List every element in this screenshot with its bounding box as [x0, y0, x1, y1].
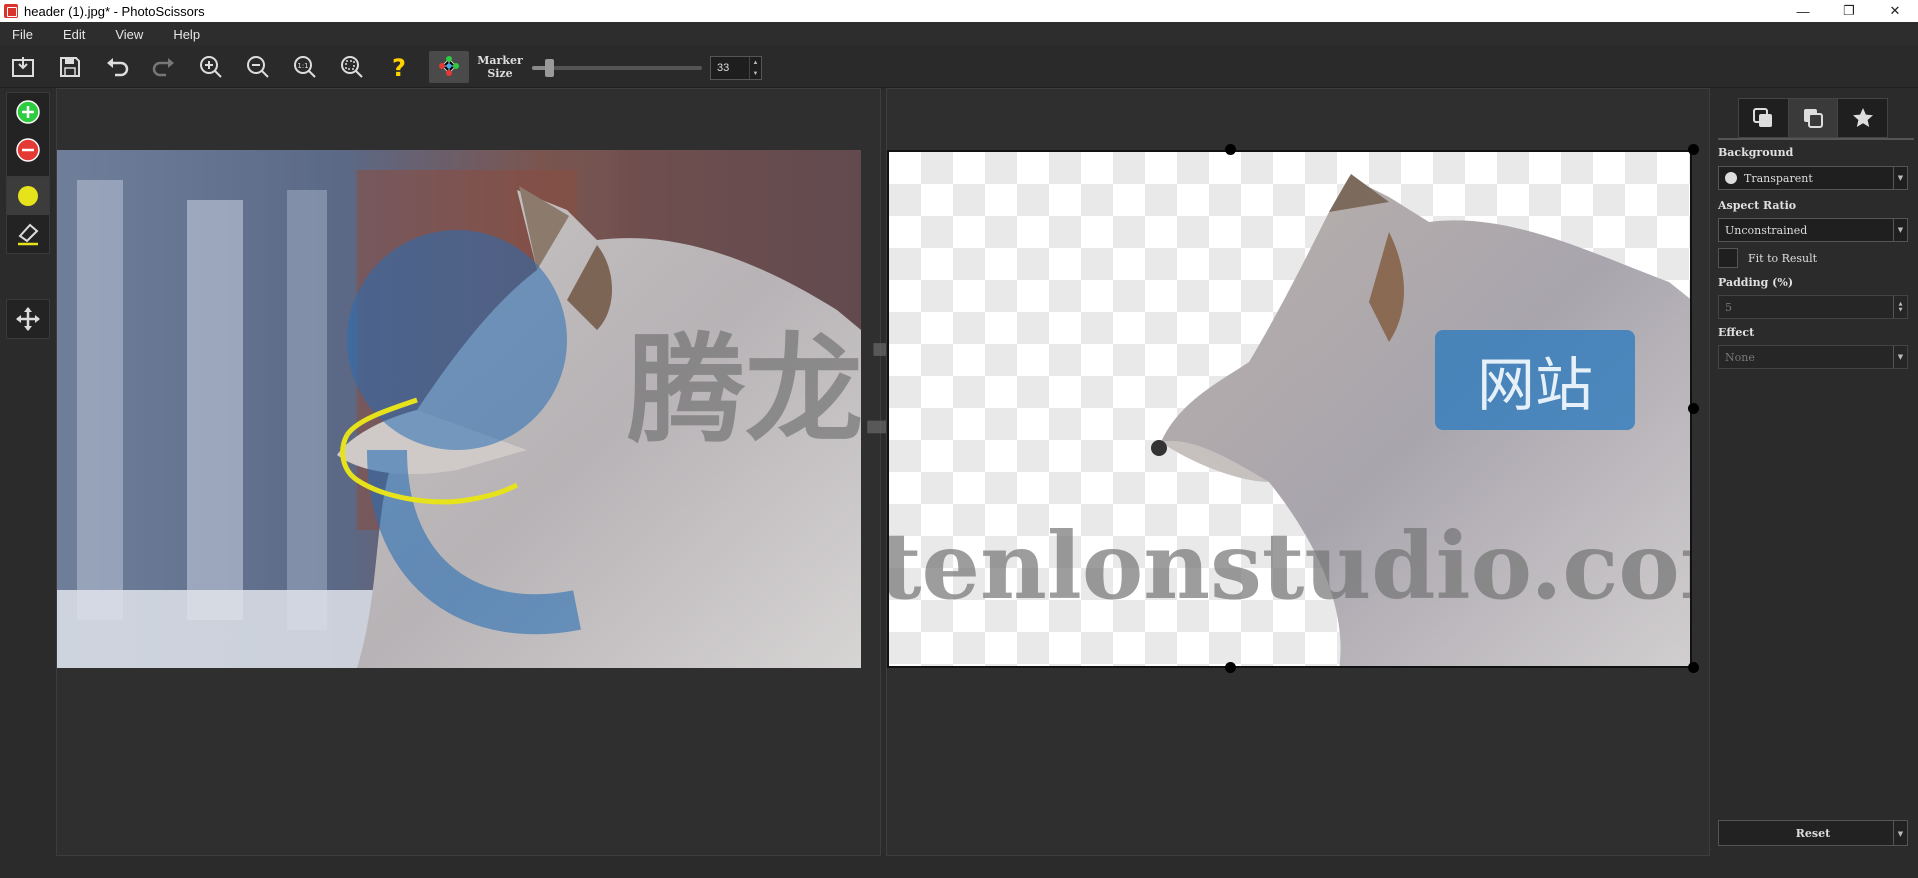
source-photo[interactable] [57, 150, 861, 668]
chevron-down-icon[interactable]: ▼ [1893, 821, 1907, 845]
spin-down-icon[interactable]: ▼ [753, 71, 759, 77]
crop-handle-right[interactable] [1688, 403, 1699, 414]
zoom-out-button[interactable] [241, 51, 275, 83]
effect-value: None [1725, 350, 1755, 364]
eraser-icon [18, 223, 39, 246]
padding-value: 5 [1725, 300, 1732, 314]
marker-size-value: 33 [717, 62, 730, 74]
result-frame[interactable]: tenlonstudio.com 网站 [887, 150, 1692, 668]
layers-front-icon [1753, 108, 1773, 127]
save-icon [60, 57, 80, 77]
yellow-eraser-tool[interactable] [7, 215, 49, 253]
marker-size-label: Marker Size [477, 54, 523, 80]
marker-size-slider[interactable] [532, 59, 702, 77]
marker-size-spinbox[interactable]: 33 ▲ ▼ [710, 56, 762, 80]
effect-select[interactable]: None ▼ [1718, 345, 1908, 369]
svg-text:?: ? [392, 54, 406, 80]
close-button[interactable]: ✕ [1872, 0, 1918, 22]
maximize-button[interactable]: ❐ [1826, 0, 1872, 22]
window-title: header (1).jpg* - PhotoScissors [24, 3, 205, 19]
crop-handle-top-right[interactable] [1688, 144, 1699, 155]
settings-panel: Background Transparent ▼ Aspect Ratio Un… [1710, 88, 1918, 878]
spin-arrows[interactable]: ▲ ▼ [749, 57, 761, 79]
star-icon [1852, 108, 1873, 127]
background-select[interactable]: Transparent ▼ [1718, 166, 1908, 190]
minus-circle-icon [16, 138, 40, 162]
reset-label: Reset [1795, 826, 1831, 840]
zoom-fit-button[interactable] [335, 51, 369, 83]
tab-background[interactable] [1788, 99, 1839, 137]
zoom-fit-icon [341, 56, 363, 78]
zoom-in-button[interactable] [194, 51, 228, 83]
zoom-out-icon [247, 56, 269, 78]
redo-button[interactable] [147, 51, 181, 83]
save-button[interactable] [53, 51, 87, 83]
aspect-ratio-value: Unconstrained [1725, 223, 1808, 237]
wolf-photo-image [57, 150, 861, 668]
redo-icon [152, 58, 174, 77]
effect-label: Effect [1718, 326, 1755, 339]
menu-bar: File Edit View Help [0, 22, 1918, 46]
help-icon: ? [392, 54, 406, 80]
app-icon [4, 4, 18, 18]
chevron-down-icon[interactable]: ▼ [1893, 167, 1907, 189]
checkbox-box[interactable] [1718, 248, 1738, 268]
slider-thumb[interactable] [545, 59, 554, 77]
background-label: Background [1718, 146, 1794, 159]
help-button[interactable]: ? [382, 51, 416, 83]
menu-edit[interactable]: Edit [63, 27, 85, 42]
remove-marker-tool[interactable] [7, 131, 49, 169]
chevron-down-icon[interactable]: ▼ [1893, 346, 1907, 368]
undo-button[interactable] [100, 51, 134, 83]
tab-foreground[interactable] [1739, 99, 1789, 137]
panel-divider [1718, 138, 1914, 140]
aspect-ratio-label: Aspect Ratio [1718, 199, 1797, 212]
wolf-cutout-image [1151, 174, 1690, 666]
svg-text:1:1: 1:1 [297, 62, 308, 70]
open-icon [12, 57, 34, 77]
menu-help[interactable]: Help [173, 27, 200, 42]
keep-marker-tool[interactable] [7, 93, 49, 131]
panel-tabs [1738, 98, 1888, 138]
open-button[interactable] [6, 51, 40, 83]
aspect-ratio-select[interactable]: Unconstrained ▼ [1718, 218, 1908, 242]
minimize-button[interactable]: — [1780, 0, 1826, 22]
padding-spinbox[interactable]: 5 ▲ ▼ [1718, 295, 1908, 319]
crop-handle-top[interactable] [1225, 144, 1236, 155]
source-canvas[interactable]: 腾龙工作室 [56, 88, 1217, 856]
hair-tool-group [6, 176, 50, 254]
window-controls: — ❐ ✕ [1780, 0, 1918, 22]
result-canvas[interactable]: tenlonstudio.com 网站 [886, 88, 1710, 856]
crop-handle-bottom-right[interactable] [1688, 662, 1699, 673]
marker-mode-button[interactable] [429, 51, 469, 83]
menu-file[interactable]: File [12, 27, 33, 42]
left-toolbar [0, 88, 56, 878]
yellow-marker-tool[interactable] [7, 177, 49, 215]
layers-back-icon [1804, 109, 1823, 128]
toolbar: 1:1 ? Marker Size 33 ▲ ▼ [0, 46, 1918, 88]
color-swatch-icon [1725, 172, 1737, 184]
background-value: Transparent [1744, 171, 1813, 185]
spin-up-icon[interactable]: ▲ [753, 60, 759, 66]
fit-to-result-label: Fit to Result [1748, 251, 1818, 265]
fit-to-result-checkbox[interactable]: Fit to Result [1718, 248, 1817, 268]
chevron-down-icon[interactable]: ▼ [1893, 219, 1907, 241]
zoom-in-icon [200, 56, 222, 78]
padding-label: Padding (%) [1718, 276, 1794, 289]
move-tool-group [6, 299, 50, 339]
move-arrows-icon [16, 307, 40, 331]
yellow-circle-icon [18, 186, 38, 206]
title-bar: header (1).jpg* - PhotoScissors — ❐ ✕ [0, 0, 1918, 22]
crop-handle-bottom[interactable] [1225, 662, 1236, 673]
plus-circle-icon [16, 100, 40, 124]
spin-arrows[interactable]: ▲ ▼ [1893, 296, 1907, 318]
zoom-actual-size-icon: 1:1 [294, 56, 316, 78]
zoom-actual-button[interactable]: 1:1 [288, 51, 322, 83]
move-tool[interactable] [7, 300, 49, 338]
menu-view[interactable]: View [115, 27, 143, 42]
tab-effects[interactable] [1838, 99, 1887, 137]
marker-network-icon [439, 56, 459, 76]
undo-icon [107, 58, 129, 77]
reset-button[interactable]: Reset ▼ [1718, 820, 1908, 846]
